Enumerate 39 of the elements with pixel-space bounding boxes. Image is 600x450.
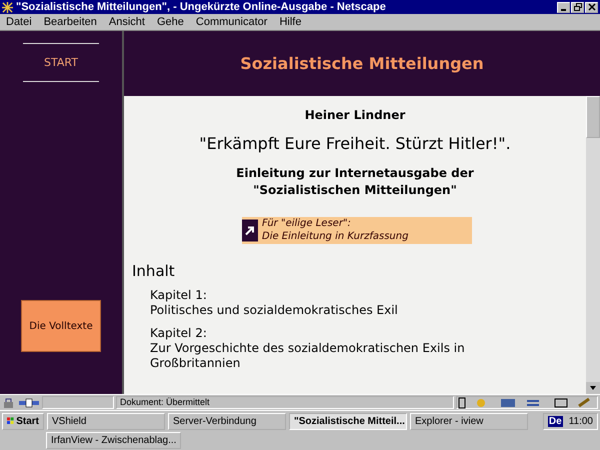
start-button[interactable]: Start bbox=[2, 412, 44, 430]
chapter-label: Kapitel 1: bbox=[150, 288, 208, 303]
taskbar-button[interactable]: Server-Verbindung bbox=[168, 412, 286, 430]
status-text: Dokument: Übermittelt bbox=[116, 396, 454, 409]
taskbar-button[interactable]: IrfanView - Zwischenablag... bbox=[46, 432, 182, 448]
chapter-label: Kapitel 2: bbox=[150, 326, 208, 341]
close-button[interactable] bbox=[585, 2, 598, 12]
quote-heading: "Erkämpft Eure Freiheit. Stürzt Hitler!". bbox=[198, 134, 512, 153]
restore-icon bbox=[574, 3, 582, 11]
subtitle-heading: Einleitung zur Internetausgabe der "Sozialistischen Mitteilungen" bbox=[235, 165, 475, 199]
full-texts-button[interactable]: Die Volltexte bbox=[21, 300, 101, 352]
scroll-thumb[interactable] bbox=[586, 96, 600, 138]
taskbar-button[interactable]: VShield bbox=[47, 412, 165, 430]
lock-icon bbox=[2, 396, 16, 408]
menu-item[interactable]: Bearbeiten bbox=[44, 16, 97, 28]
taskbar-button[interactable]: "Sozialistische Mitteil... bbox=[289, 412, 407, 430]
close-icon bbox=[588, 3, 596, 11]
connection-icon bbox=[18, 396, 40, 408]
windows-logo-icon bbox=[7, 415, 14, 427]
window-title: "Sozialistische Mitteilungen", - Ungekürzte Online-Ausgabe - Netscape bbox=[16, 1, 387, 13]
restore-button[interactable] bbox=[571, 2, 584, 12]
star-icon bbox=[2, 2, 13, 12]
scroll-down-icon[interactable] bbox=[586, 382, 600, 394]
author-name: Heiner Lindner bbox=[304, 108, 406, 122]
menu-item[interactable]: Datei bbox=[6, 16, 32, 28]
clock: 11:00 bbox=[568, 416, 593, 426]
menu-item[interactable]: Hilfe bbox=[279, 16, 302, 28]
scrollbar[interactable] bbox=[586, 96, 600, 394]
contents-heading: Inhalt bbox=[132, 262, 176, 280]
start-link[interactable]: START bbox=[23, 43, 99, 82]
chapter-link[interactable]: Politisches und sozialdemokratisches Exil bbox=[150, 302, 490, 318]
menu-item[interactable]: Ansicht bbox=[108, 16, 145, 28]
chapter-link[interactable]: Zur Vorgeschichte des sozialdemokratischen Exils in Großbritannien bbox=[150, 340, 490, 371]
menu-item[interactable]: Communicator bbox=[196, 16, 268, 28]
minimize-button[interactable] bbox=[557, 2, 570, 12]
taskbar-button[interactable]: Explorer - iview bbox=[410, 412, 528, 430]
language-indicator[interactable]: De bbox=[548, 416, 563, 426]
menu-item[interactable]: Gehe bbox=[156, 16, 184, 28]
page-title: Sozialistische Mitteilungen bbox=[240, 54, 484, 73]
